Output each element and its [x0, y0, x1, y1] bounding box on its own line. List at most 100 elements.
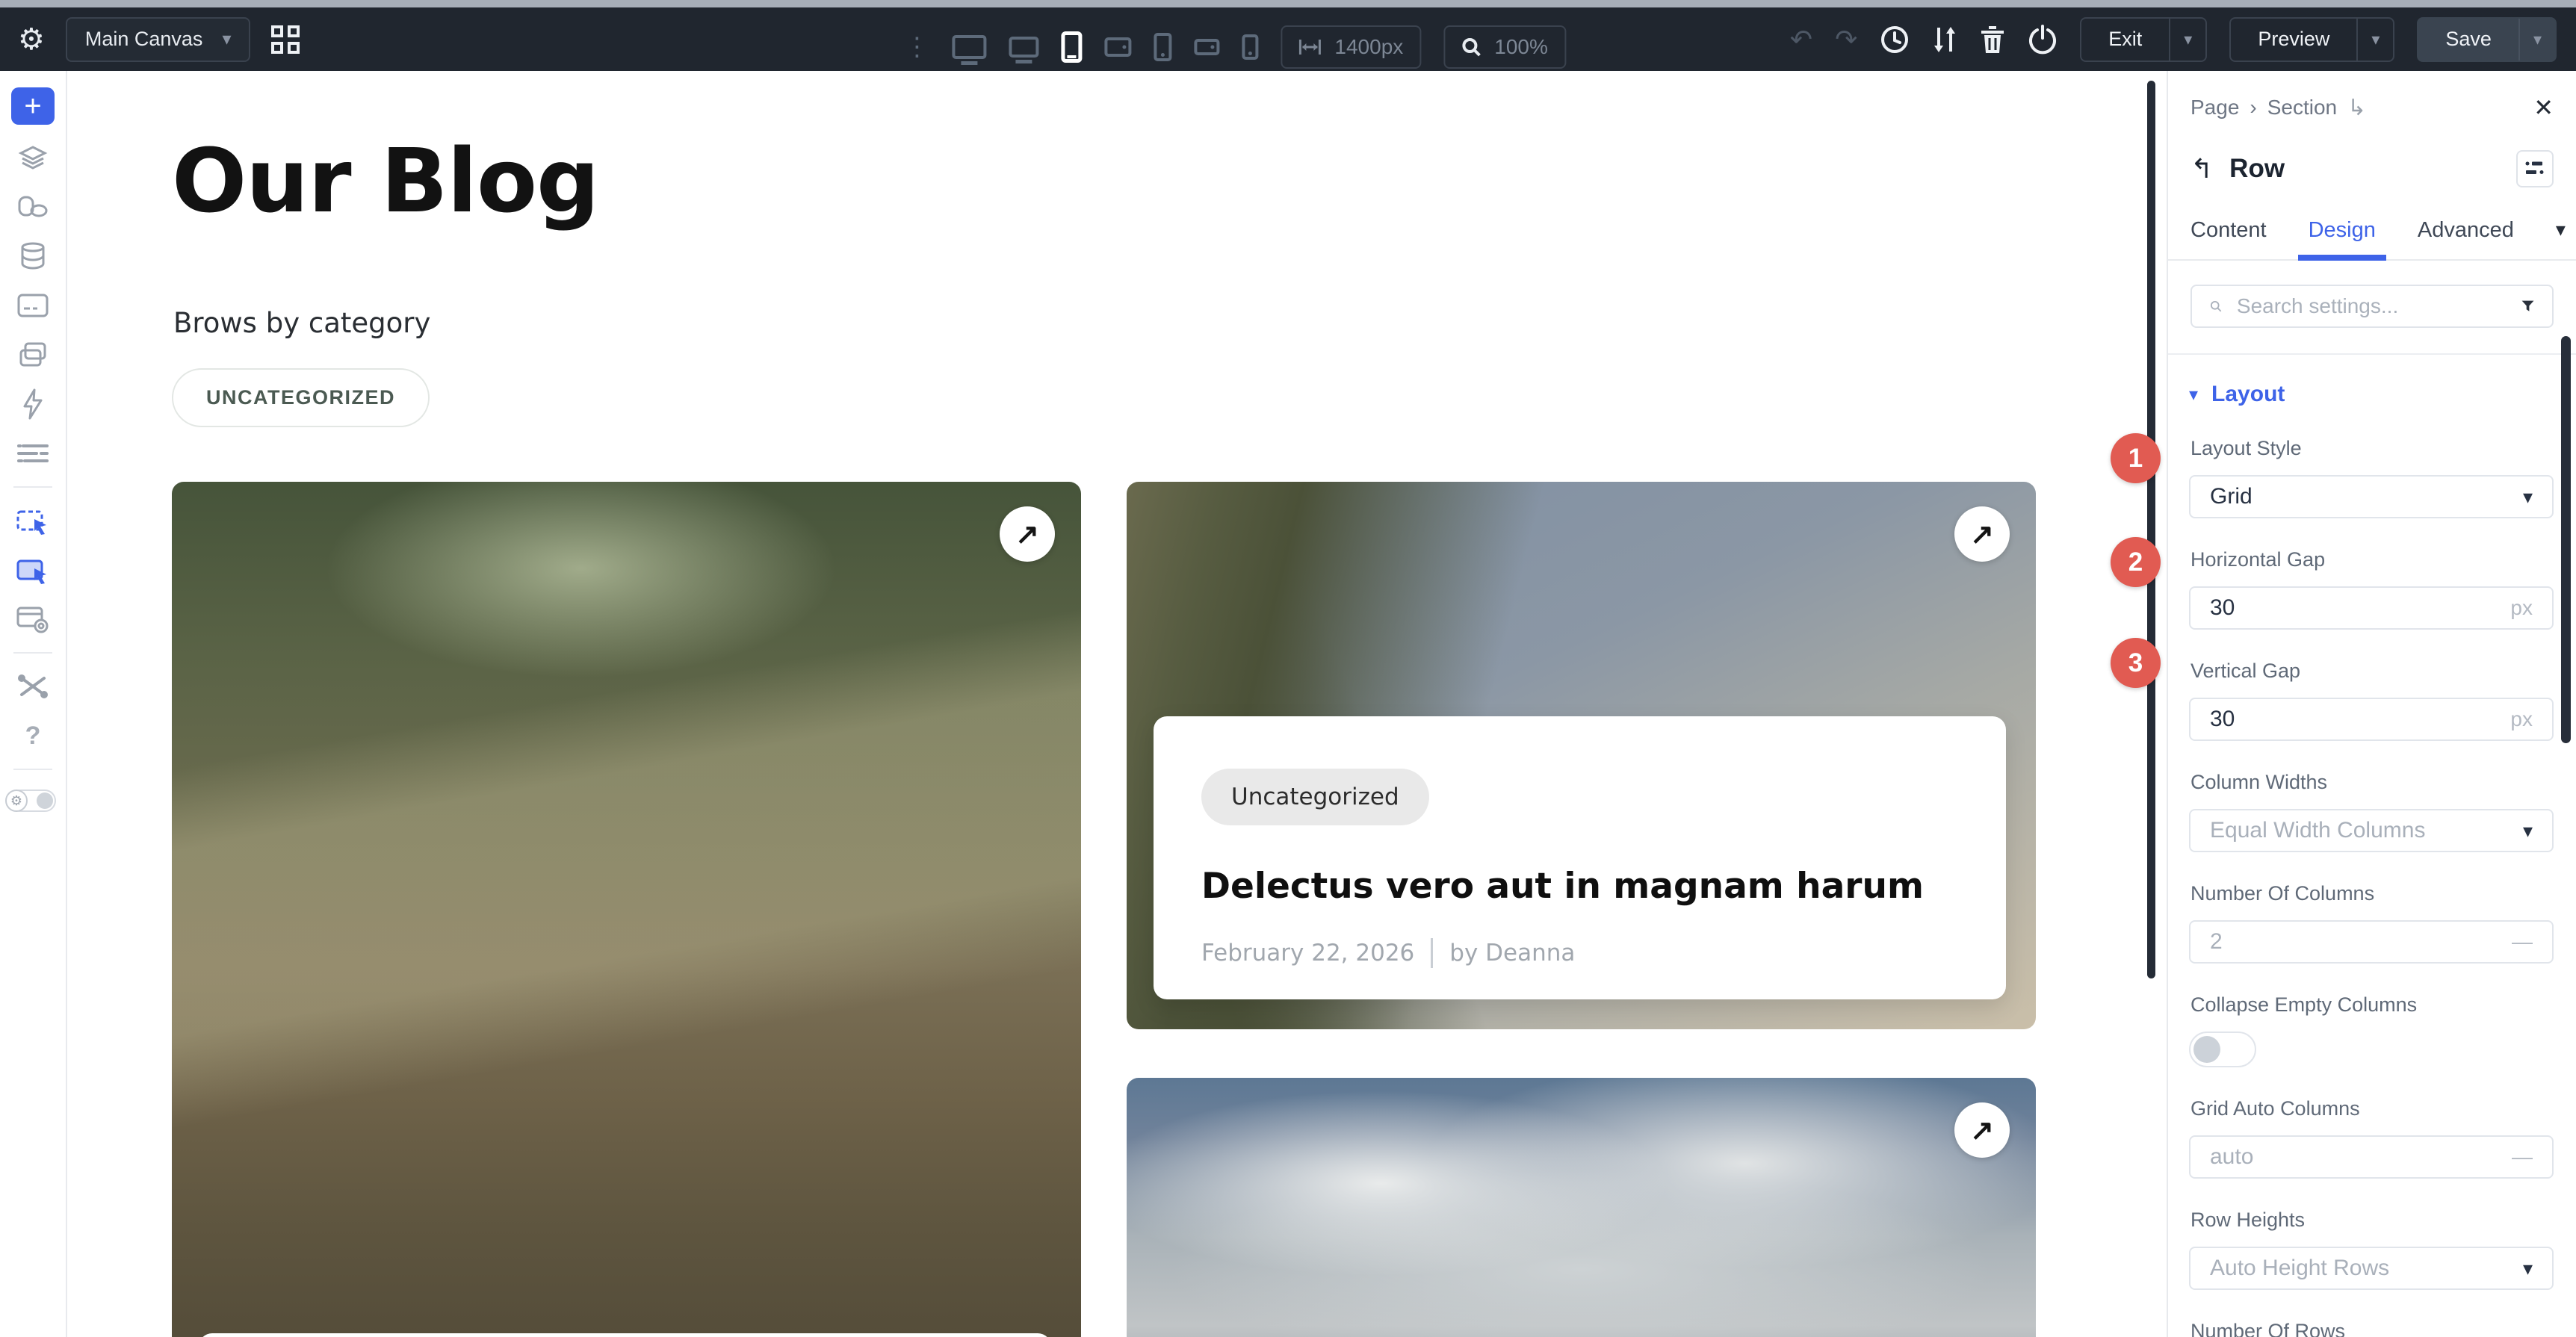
save-caret-icon[interactable]: ▾ [2518, 19, 2555, 61]
vertical-gap-field[interactable]: px [2189, 698, 2554, 741]
copy-pages-icon[interactable] [16, 338, 49, 371]
unit-dash-icon[interactable]: — [2512, 930, 2533, 954]
post-date: February 22, 2026 [1201, 940, 1414, 967]
vertical-gap-unit[interactable]: px [2510, 707, 2533, 731]
redo-icon[interactable]: ↷ [1835, 26, 1857, 53]
unit-dash-icon[interactable]: — [2512, 1145, 2533, 1169]
select-element-icon[interactable] [16, 504, 49, 537]
breakpoint-phone-portrait-icon[interactable] [1154, 33, 1171, 61]
field-label-number-of-columns: Number Of Columns [2190, 882, 2554, 905]
undo-icon[interactable]: ↶ [1790, 26, 1812, 53]
power-icon[interactable] [2028, 25, 2058, 55]
horizontal-gap-input[interactable] [2210, 595, 2510, 621]
post-card[interactable]: Uncategorized Delectus vero aut in magna… [1154, 716, 2006, 999]
grid-auto-columns-input[interactable] [2210, 1144, 2512, 1170]
more-options-icon[interactable]: ⋮ [904, 32, 929, 62]
post-meta: February 22, 2026 by Deanna [1201, 938, 1958, 968]
redirect-arrow-icon: ↳ [2347, 95, 2366, 121]
open-post-button[interactable]: ↗ [1000, 506, 1055, 562]
preview-caret-icon[interactable]: ▾ [2356, 19, 2393, 61]
lightning-icon[interactable] [16, 388, 49, 421]
toggle-knob [2193, 1036, 2220, 1063]
tabs-caret-icon[interactable]: ▾ [2556, 218, 2566, 259]
zoom-level-field[interactable]: 100% [1443, 25, 1566, 69]
select-element-alt-icon[interactable] [16, 553, 49, 586]
mode-toggle[interactable]: ⚙ [10, 790, 56, 812]
close-panel-icon[interactable]: ✕ [2533, 93, 2554, 122]
tab-content[interactable]: Content [2190, 218, 2267, 259]
tools-icon[interactable] [16, 670, 49, 703]
breakpoint-tablet-landscape-icon[interactable] [1104, 37, 1131, 57]
element-name: Row [2229, 154, 2285, 184]
exit-button[interactable]: Exit ▾ [2080, 17, 2207, 62]
history-clock-icon[interactable] [1880, 25, 1910, 55]
field-label-horizontal-gap: Horizontal Gap [2190, 548, 2554, 571]
tab-advanced[interactable]: Advanced [2418, 218, 2514, 259]
open-post-button[interactable]: ↗ [1954, 506, 2010, 562]
breakpoint-width-field[interactable]: 1400px [1281, 25, 1421, 69]
settings-search-input[interactable] [2235, 294, 2508, 319]
post-title[interactable]: Delectus vero aut in magnam harum [1201, 866, 1958, 907]
post-image-clouds[interactable]: ↗ [1127, 1078, 2036, 1337]
toggle-gear-icon: ⚙ [5, 790, 28, 812]
horizontal-gap-field[interactable]: px [2189, 586, 2554, 630]
filter-funnel-icon[interactable] [2521, 297, 2534, 316]
grid-auto-columns-field[interactable]: — [2189, 1135, 2554, 1179]
settings-gear-icon[interactable]: ⚙ [18, 25, 45, 55]
grid-square [271, 25, 283, 37]
element-structure-button[interactable] [2516, 150, 2554, 187]
breakpoint-tablet-portrait-active-icon[interactable] [1061, 31, 1082, 63]
post-card-peek [199, 1333, 1051, 1337]
post-author: by Deanna [1449, 940, 1575, 967]
layout-section-header[interactable]: ▾ Layout [2189, 382, 2554, 407]
breakpoint-phone-landscape-icon[interactable] [1194, 39, 1219, 55]
database-icon[interactable] [16, 240, 49, 273]
add-element-button[interactable]: + [11, 87, 55, 125]
collapse-empty-columns-toggle[interactable] [2189, 1032, 2256, 1067]
trash-icon[interactable] [1980, 25, 2005, 55]
canvas-selector-label: Main Canvas [85, 28, 203, 51]
vertical-gap-input[interactable] [2210, 707, 2510, 732]
column-widths-select[interactable]: Equal Width Columns ▾ [2189, 809, 2554, 852]
category-filter-button[interactable]: UNCATEGORIZED [172, 368, 430, 427]
row-heights-select[interactable]: Auto Height Rows ▾ [2189, 1247, 2554, 1290]
horizontal-gap-unit[interactable]: px [2510, 596, 2533, 620]
panel-scrollbar[interactable] [2561, 336, 2571, 743]
page-subtitle: Brows by category [173, 307, 430, 339]
import-export-icon[interactable] [1932, 25, 1957, 55]
browser-record-icon[interactable] [16, 603, 49, 636]
field-label-column-widths: Column Widths [2190, 771, 2554, 794]
post-category-badge[interactable]: Uncategorized [1201, 769, 1429, 825]
page-title: Our Blog [172, 129, 599, 232]
breakpoint-desktop-large-icon[interactable] [952, 35, 986, 59]
post-image-forest[interactable]: ↗ [172, 482, 1081, 1337]
design-library-icon[interactable] [16, 190, 49, 223]
canvas-selector-dropdown[interactable]: Main Canvas ▾ [66, 17, 251, 62]
preview-button[interactable]: Preview ▾ [2229, 17, 2394, 62]
breadcrumb-section[interactable]: Section [2267, 96, 2337, 120]
field-label-layout-style: Layout Style [2190, 437, 2554, 460]
builder-sidebar: + ? ⚙ [0, 71, 67, 1337]
open-post-button[interactable]: ↗ [1954, 1102, 2010, 1158]
zoom-level-value: 100% [1494, 35, 1548, 59]
breakpoint-phone-small-icon[interactable] [1242, 34, 1258, 60]
template-library-icon[interactable] [271, 25, 300, 54]
annotation-number: 2 [2128, 547, 2143, 577]
layout-style-select[interactable]: Grid ▾ [2189, 475, 2554, 518]
global-settings-icon[interactable] [16, 437, 49, 470]
form-card-icon[interactable] [16, 289, 49, 322]
number-of-columns-field[interactable]: — [2189, 920, 2554, 964]
layers-icon[interactable] [16, 141, 49, 174]
number-of-columns-input[interactable] [2210, 929, 2512, 955]
settings-search[interactable] [2190, 285, 2554, 328]
diagonal-arrow-icon: ↗ [1970, 1114, 1994, 1147]
back-arrow-icon[interactable]: ↰ [2190, 153, 2213, 184]
breakpoint-desktop-icon[interactable] [1009, 37, 1038, 58]
save-button[interactable]: Save ▾ [2417, 17, 2557, 62]
tab-design[interactable]: Design [2309, 218, 2376, 259]
breadcrumb-page[interactable]: Page [2190, 96, 2239, 120]
section-title: Layout [2211, 382, 2285, 407]
exit-caret-icon[interactable]: ▾ [2169, 19, 2205, 61]
help-icon[interactable]: ? [16, 719, 49, 752]
editor-canvas[interactable]: Our Blog Brows by category UNCATEGORIZED… [67, 71, 2167, 1337]
